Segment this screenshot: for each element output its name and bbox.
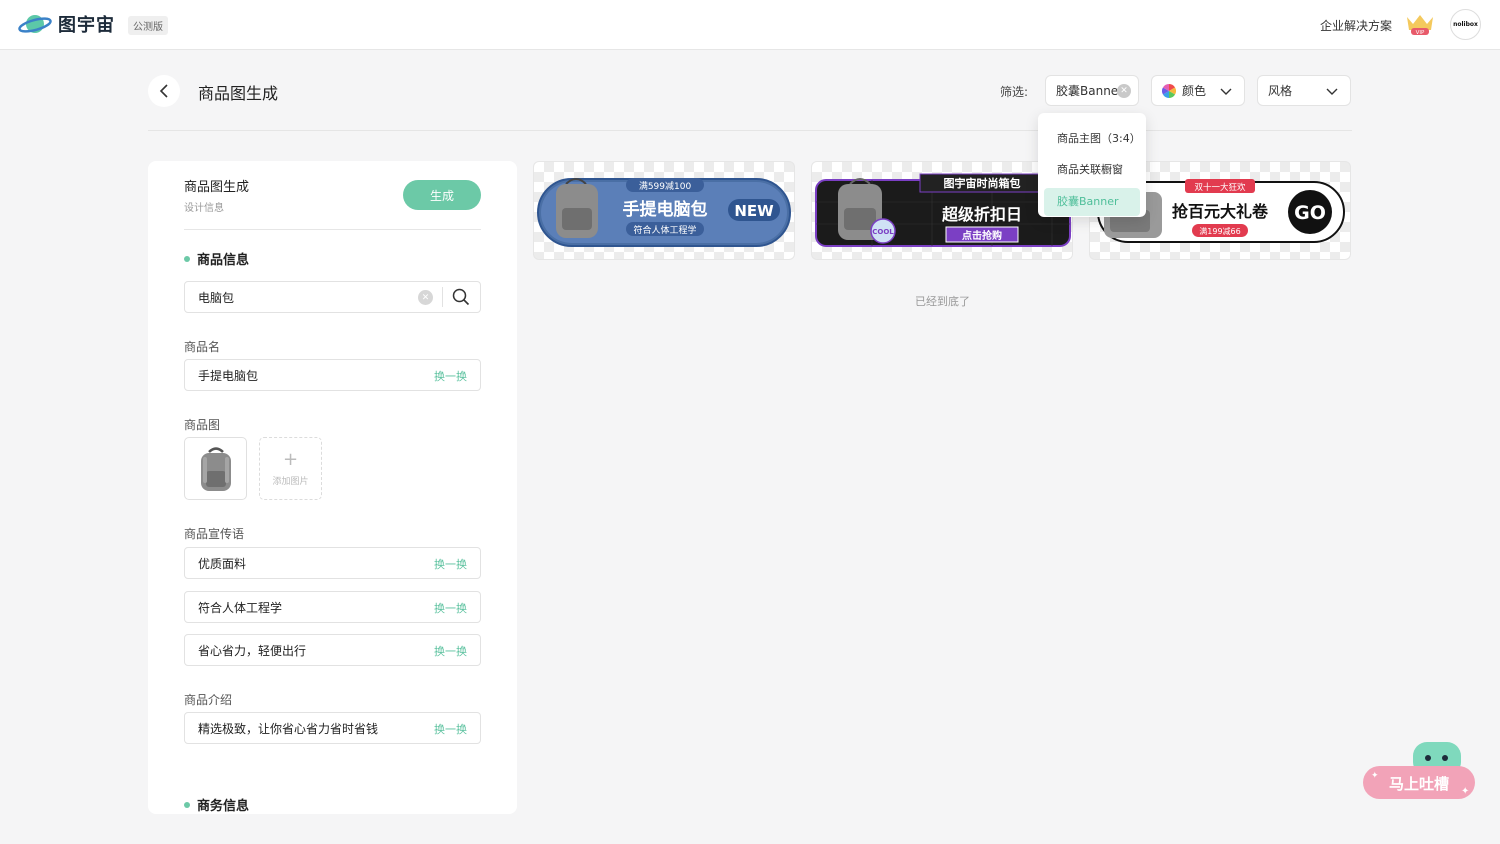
type-filter-value: 胶囊Banner xyxy=(1056,84,1124,98)
backpack-image xyxy=(200,446,231,491)
style-filter-label: 风格 xyxy=(1268,84,1293,98)
intro-input[interactable]: 精选极致，让你省心省力省时省钱 换一换 xyxy=(184,712,481,744)
slogan-value: 符合人体工程学 xyxy=(198,600,283,615)
vip-crown-icon[interactable]: VIP xyxy=(1404,13,1436,41)
svg-text:马上吐槽: 马上吐槽 xyxy=(1389,775,1449,793)
product-search-input[interactable]: 电脑包 ✕ xyxy=(184,281,481,313)
intro-label: 商品介绍 xyxy=(184,693,233,707)
user-avatar[interactable]: nolibox xyxy=(1450,9,1481,40)
feedback-button[interactable]: ✦ ✦ 马上吐槽 xyxy=(1363,742,1477,800)
beta-badge: 公测版 xyxy=(128,16,168,35)
swap-button[interactable]: 换一换 xyxy=(434,368,467,384)
svg-text:抢百元大礼卷: 抢百元大礼卷 xyxy=(1172,202,1269,221)
back-button[interactable] xyxy=(148,75,180,107)
section-dot xyxy=(184,801,190,808)
section-title: 商务信息 xyxy=(197,799,250,814)
slogan-label: 商品宣传语 xyxy=(184,527,245,541)
chevron-down-icon xyxy=(1326,88,1338,95)
section-title: 商品信息 xyxy=(197,253,250,268)
dropdown-item-related-window[interactable]: 商品关联橱窗 xyxy=(1038,157,1146,188)
product-name-input[interactable]: 手提电脑包 换一换 xyxy=(184,359,481,391)
swap-button[interactable]: 换一换 xyxy=(434,556,467,572)
add-image-button[interactable]: + 添加图片 xyxy=(259,437,322,500)
slogan-input-1[interactable]: 优质面料 换一换 xyxy=(184,547,481,579)
svg-text:满599减100: 满599减100 xyxy=(639,180,692,192)
svg-text:点击抢购: 点击抢购 xyxy=(962,229,1002,242)
swap-button[interactable]: 换一换 xyxy=(434,721,467,737)
design-info-panel: 商品图生成 设计信息 生成 商品信息 电脑包 ✕ 商品名 手提电脑包 换一换 商… xyxy=(148,161,517,814)
generate-button[interactable]: 生成 xyxy=(403,180,481,210)
filter-label: 筛选: xyxy=(1000,85,1029,99)
planet-logo-icon xyxy=(18,15,52,33)
section-product-info: 商品信息 xyxy=(184,249,249,268)
svg-text:满199减66: 满199减66 xyxy=(1199,226,1240,236)
banner-card-2[interactable]: COOL 图宇宙时尚箱包 超级折扣日 点击抢购 xyxy=(811,161,1073,260)
product-name-label: 商品名 xyxy=(184,340,221,354)
svg-text:GO: GO xyxy=(1294,202,1326,224)
chevron-left-icon xyxy=(159,84,168,98)
product-image-label: 商品图 xyxy=(184,418,221,432)
search-icon[interactable] xyxy=(452,288,470,306)
clear-icon[interactable]: ✕ xyxy=(418,290,433,305)
top-bar: 图宇宙 公测版 企业解决方案 VIP nolibox xyxy=(0,0,1500,50)
type-dropdown-menu: 商品主图（3:4） 商品关联橱窗 胶囊Banner xyxy=(1038,113,1146,217)
page-title: 商品图生成 xyxy=(198,84,279,103)
feedback-mascot-icon: ✦ ✦ 马上吐槽 xyxy=(1363,742,1475,799)
search-value: 电脑包 xyxy=(198,290,235,305)
slogan-value: 省心省力，轻便出行 xyxy=(198,643,307,658)
slogan-input-3[interactable]: 省心省力，轻便出行 换一换 xyxy=(184,634,481,666)
clear-filter-icon[interactable]: ✕ xyxy=(1117,84,1131,98)
separator xyxy=(442,287,443,307)
color-filter[interactable]: 颜色 xyxy=(1151,75,1245,106)
enterprise-solutions-link[interactable]: 企业解决方案 xyxy=(1320,17,1392,34)
type-filter[interactable]: 胶囊Banner ✕ xyxy=(1045,75,1139,106)
banner-card-1[interactable]: 满599减100 手提电脑包 符合人体工程学 NEW xyxy=(533,161,795,260)
slogan-value: 优质面料 xyxy=(198,556,247,571)
logo[interactable]: 图宇宙 xyxy=(18,11,115,37)
swap-button[interactable]: 换一换 xyxy=(434,600,467,616)
svg-text:双十一大狂欢: 双十一大狂欢 xyxy=(1194,182,1246,193)
chevron-down-icon xyxy=(1220,88,1232,95)
add-image-label: 添加图片 xyxy=(272,476,309,487)
product-image-thumbnail[interactable] xyxy=(184,437,247,500)
logo-text: 图宇宙 xyxy=(58,15,115,36)
product-name-value: 手提电脑包 xyxy=(198,368,259,383)
svg-text:NEW: NEW xyxy=(734,202,774,220)
slogan-input-2[interactable]: 符合人体工程学 换一换 xyxy=(184,591,481,623)
svg-text:✦: ✦ xyxy=(1461,786,1469,797)
section-dot xyxy=(184,255,190,262)
svg-text:超级折扣日: 超级折扣日 xyxy=(941,205,1022,224)
capsule-banner-2: COOL 图宇宙时尚箱包 超级折扣日 点击抢购 xyxy=(815,173,1071,247)
svg-text:COOL: COOL xyxy=(872,228,894,236)
intro-value: 精选极致，让你省心省力省时省钱 xyxy=(198,721,379,736)
header-divider xyxy=(148,130,1352,131)
svg-text:手提电脑包: 手提电脑包 xyxy=(623,199,708,220)
svg-text:✦: ✦ xyxy=(1371,771,1379,781)
svg-text:符合人体工程学: 符合人体工程学 xyxy=(633,224,696,236)
panel-title: 商品图生成 xyxy=(184,180,250,195)
dropdown-item-main-image[interactable]: 商品主图（3:4） xyxy=(1038,126,1146,157)
plus-icon: + xyxy=(282,448,299,470)
capsule-banner-1: 满599减100 手提电脑包 符合人体工程学 NEW xyxy=(537,178,791,247)
svg-text:VIP: VIP xyxy=(1416,30,1425,36)
dropdown-item-capsule-banner[interactable]: 胶囊Banner xyxy=(1044,188,1140,216)
section-business-info: 商务信息 xyxy=(184,795,249,814)
color-wheel-icon xyxy=(1162,83,1176,98)
end-of-list-text: 已经到底了 xyxy=(915,295,970,308)
panel-divider xyxy=(184,229,481,230)
swap-button[interactable]: 换一换 xyxy=(434,643,467,659)
color-filter-label: 颜色 xyxy=(1182,84,1207,98)
style-filter[interactable]: 风格 xyxy=(1257,75,1351,106)
panel-subtitle: 设计信息 xyxy=(184,203,224,214)
svg-text:图宇宙时尚箱包: 图宇宙时尚箱包 xyxy=(944,176,1021,190)
